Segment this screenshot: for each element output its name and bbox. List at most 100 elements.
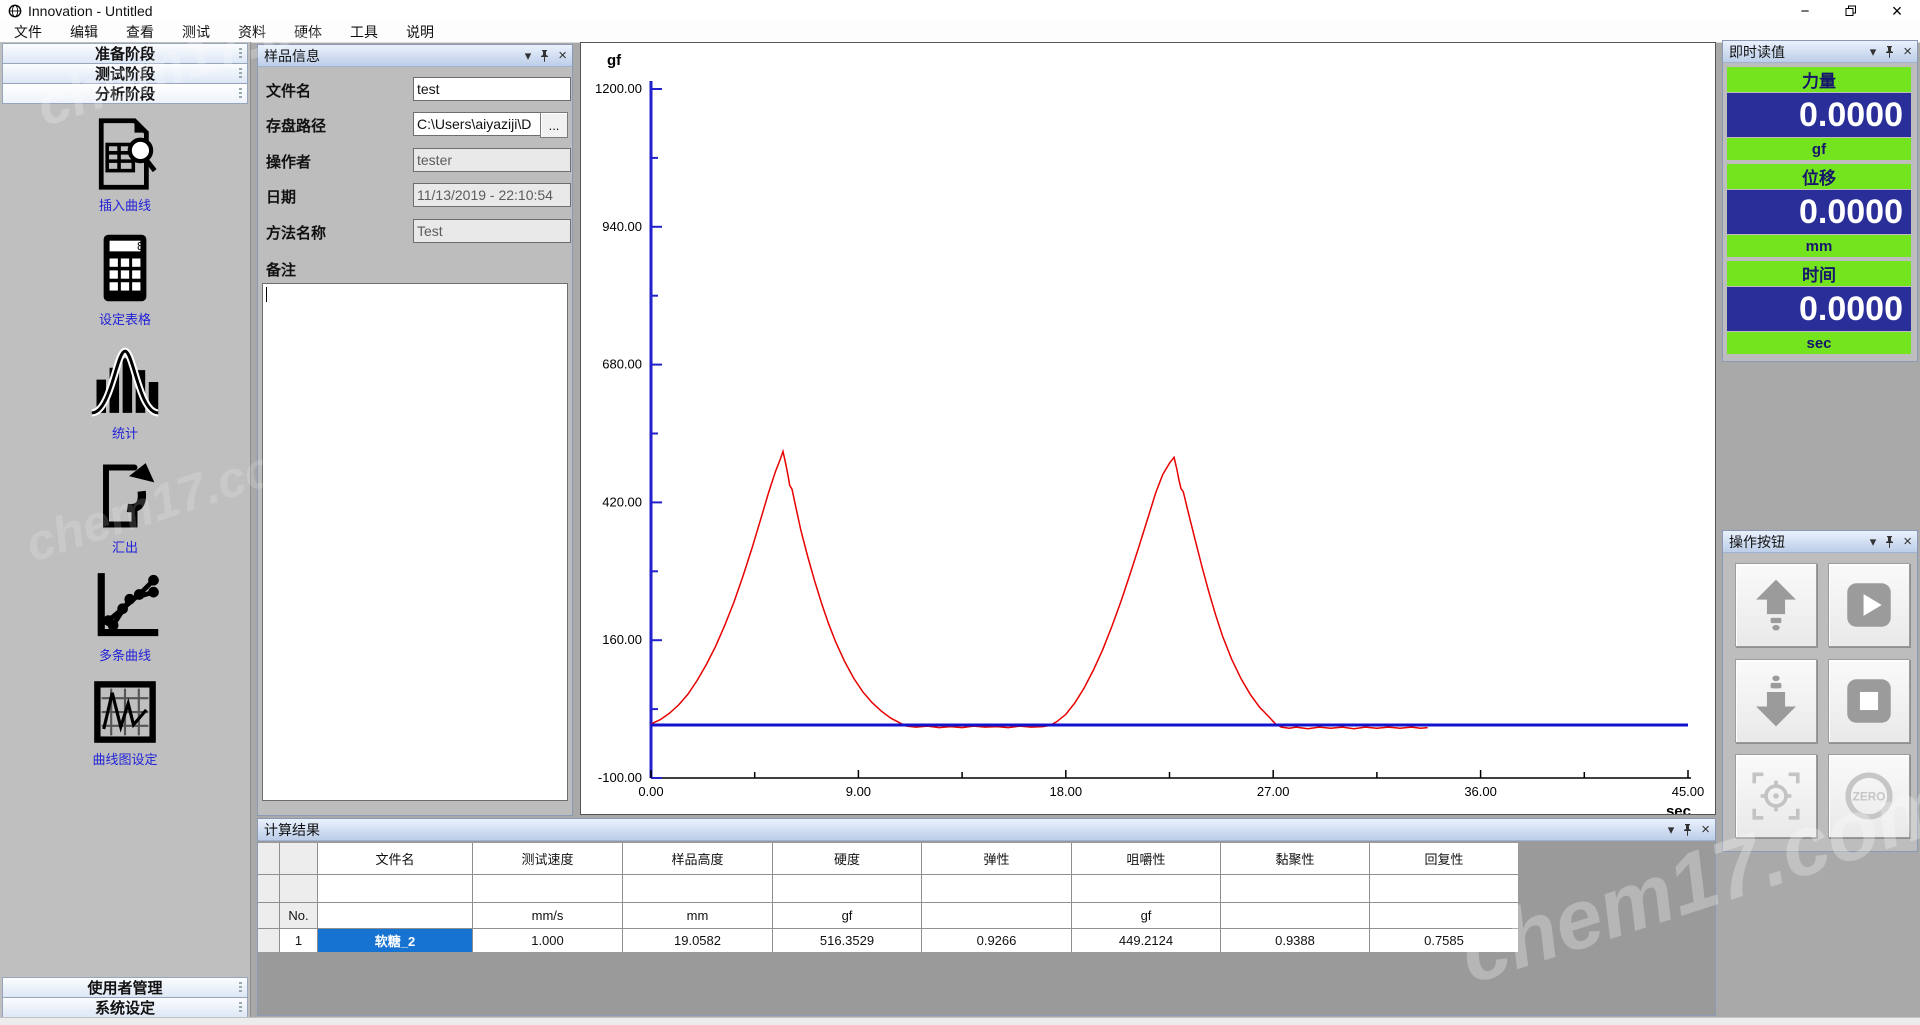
unit-cell: gf [773, 903, 921, 928]
tool-label: 设定表格 [99, 309, 151, 328]
row-number-cell[interactable]: 1 [280, 929, 317, 952]
sidebar-tab-analysis[interactable]: 分析阶段 [2, 83, 248, 104]
value-cell[interactable]: 19.0582 [623, 929, 772, 952]
results-panel: 计算结果 ▾ × 文件名 测试速度 样品高度 硬度 弹性 咀嚼性 黏聚性 回复性 [257, 818, 1716, 1016]
menu-tools[interactable]: 工具 [336, 22, 392, 42]
value-cell[interactable]: 0.7585 [1370, 929, 1518, 952]
sample-info-titlebar: 样品信息 ▾ × [258, 45, 572, 67]
value-cell[interactable]: 1.000 [473, 929, 622, 952]
pin-icon[interactable] [1683, 824, 1692, 836]
collapse-icon[interactable]: ▾ [525, 49, 532, 62]
operation-buttons-panel: 操作按钮 ▾ × [1722, 530, 1918, 852]
value-cell[interactable]: 449.2124 [1072, 929, 1220, 952]
pin-icon[interactable] [540, 50, 549, 62]
zero-button[interactable]: ZERO [1828, 754, 1910, 838]
svg-text:36.00: 36.00 [1464, 784, 1497, 799]
sidebar-tab-prepare[interactable]: 准备阶段 [2, 43, 248, 64]
remark-textarea[interactable] [262, 283, 568, 801]
op-buttons-titlebar: 操作按钮 ▾ × [1723, 531, 1917, 553]
sidebar-tab-system-settings[interactable]: 系统设定 [2, 997, 248, 1018]
tool-chart-settings[interactable]: 曲线图设定 [0, 678, 250, 768]
col-header: 样品高度 [623, 843, 772, 874]
close-icon[interactable]: × [558, 48, 567, 63]
grip-dots-icon [239, 982, 242, 993]
displacement-label: 位移 [1727, 164, 1911, 189]
value-cell[interactable]: 0.9388 [1221, 929, 1369, 952]
file-name-cell[interactable]: 软糖_2 [318, 929, 472, 952]
text-caret [266, 287, 267, 302]
sidebar-tab-test[interactable]: 测试阶段 [2, 63, 248, 84]
application-window: Innovation - Untitled − × 文件 编辑 查看 测试 资料… [0, 0, 1920, 1025]
sidebar: 准备阶段 测试阶段 分析阶段 插入曲线 8 [0, 42, 251, 1017]
results-table: 文件名 测试速度 样品高度 硬度 弹性 咀嚼性 黏聚性 回复性 No. mm/s… [258, 843, 1518, 952]
multi-curve-icon [87, 566, 163, 642]
force-unit: gf [1727, 138, 1911, 160]
run-button[interactable] [1828, 563, 1910, 647]
no-header: No. [280, 903, 317, 928]
value-cell[interactable]: 0.9266 [922, 929, 1071, 952]
pin-icon[interactable] [1885, 46, 1894, 58]
collapse-icon[interactable]: ▾ [1870, 45, 1877, 58]
close-icon[interactable]: × [1701, 822, 1710, 837]
force-label: 力量 [1727, 67, 1911, 92]
close-icon[interactable]: × [1874, 0, 1920, 22]
stop-button[interactable] [1828, 659, 1910, 743]
status-bar [0, 1017, 1920, 1025]
sidebar-tab-user-management[interactable]: 使用者管理 [2, 977, 248, 998]
col-header: 文件名 [318, 843, 472, 874]
col-header: 回复性 [1370, 843, 1518, 874]
close-icon[interactable]: × [1903, 534, 1912, 549]
results-titlebar: 计算结果 ▾ × [258, 819, 1715, 841]
menu-hardware[interactable]: 硬体 [280, 22, 336, 42]
sample-info-body: 文件名 test 存盘路径 C:\Users\aiyaziji\D ... 操作… [258, 67, 572, 815]
tool-statistics[interactable]: 统计 [0, 344, 250, 442]
panel-title: 即时读值 [1729, 42, 1785, 62]
menu-data[interactable]: 资料 [224, 22, 280, 42]
unit-cell: mm/s [473, 903, 622, 928]
close-icon[interactable]: × [1903, 44, 1912, 59]
browse-button[interactable]: ... [540, 112, 568, 138]
collapse-icon[interactable]: ▾ [1870, 535, 1877, 548]
position-button[interactable] [1735, 754, 1817, 838]
svg-text:45.00: 45.00 [1672, 784, 1705, 799]
col-header: 测试速度 [473, 843, 622, 874]
field-label: 备注 [266, 259, 296, 280]
field-label: 操作者 [266, 151, 311, 172]
table-setup-icon: 8 [87, 230, 163, 306]
tool-insert-curve[interactable]: 插入曲线 [0, 116, 250, 214]
force-value: 0.0000 [1727, 93, 1911, 137]
table-cell-empty [258, 903, 279, 928]
menu-file[interactable]: 文件 [0, 22, 56, 42]
svg-text:gf: gf [607, 52, 622, 69]
save-path-input[interactable]: C:\Users\aiyaziji\D [413, 112, 543, 136]
minimize-icon[interactable]: − [1782, 0, 1828, 22]
readout-titlebar: 即时读值 ▾ × [1723, 41, 1917, 63]
stop-icon [1840, 672, 1898, 730]
export-icon [87, 458, 163, 534]
svg-text:18.00: 18.00 [1050, 784, 1083, 799]
tool-table-setup[interactable]: 8 设定表格 [0, 230, 250, 328]
jog-up-button[interactable] [1735, 563, 1817, 647]
grip-dots-icon [239, 1002, 242, 1013]
zero-button-label: ZERO [1853, 791, 1886, 804]
file-name-input[interactable]: test [413, 77, 571, 101]
tool-multi-curve[interactable]: 多条曲线 [0, 566, 250, 664]
menu-view[interactable]: 查看 [112, 22, 168, 42]
collapse-icon[interactable]: ▾ [1668, 823, 1675, 836]
unit-cell: gf [1072, 903, 1220, 928]
table-cell-empty [318, 875, 472, 902]
value-cell[interactable]: 516.3529 [773, 929, 921, 952]
field-label: 日期 [266, 186, 296, 207]
grip-dots-icon [239, 88, 242, 99]
menu-test[interactable]: 测试 [168, 22, 224, 42]
menu-help[interactable]: 说明 [392, 22, 448, 42]
jog-down-button[interactable] [1735, 659, 1817, 743]
pin-icon[interactable] [1885, 536, 1894, 548]
restore-icon[interactable] [1828, 0, 1874, 22]
tool-export[interactable]: 汇出 [0, 458, 250, 556]
operator-input: tester [413, 148, 571, 172]
panel-title: 计算结果 [264, 820, 320, 840]
field-label: 方法名称 [266, 222, 326, 243]
col-header: 弹性 [922, 843, 1071, 874]
menu-edit[interactable]: 编辑 [56, 22, 112, 42]
